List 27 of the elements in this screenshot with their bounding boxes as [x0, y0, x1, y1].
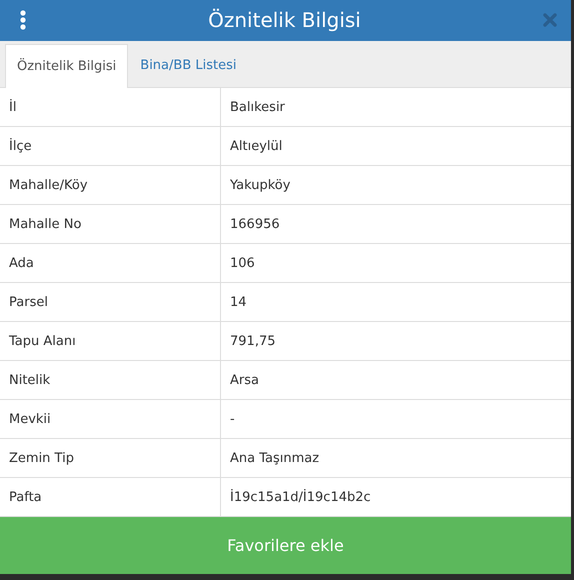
- label-cell: Zemin Tip: [0, 439, 221, 478]
- window-title: Öznitelik Bilgisi: [207, 7, 362, 34]
- menu-icon[interactable]: [20, 10, 26, 30]
- label-cell: İl: [0, 88, 221, 126]
- add-to-favorites-button[interactable]: Favorilere ekle: [0, 517, 571, 574]
- value-cell-text: 166956: [229, 216, 281, 234]
- label-cell: Pafta: [0, 478, 221, 516]
- label-cell: Tapu Alanı: [0, 322, 221, 360]
- value-cell-text: Ana Taşınmaz: [229, 450, 320, 468]
- value-cell-text: 106: [229, 254, 256, 273]
- tab[interactable]: Bina/BB Listesi: [128, 44, 248, 88]
- label-cell: İlçe: [0, 127, 221, 166]
- value-cell-text: 14: [229, 294, 248, 312]
- value-cell-text: Arsa: [229, 372, 260, 390]
- value-cell-text: Altıeylül: [229, 138, 284, 156]
- label-cell: Ada: [0, 244, 221, 282]
- value-cell-text: 791,75: [229, 332, 276, 351]
- label-cell: Parsel: [0, 283, 221, 322]
- value-cell-text: -: [229, 410, 236, 429]
- value-cell-text: İ19c15a1d/İ19c14b2c: [229, 488, 372, 507]
- label-cell: Mevkii: [0, 400, 221, 438]
- label-cell: Nitelik: [0, 361, 221, 400]
- label-cell: Mahalle/Köy: [0, 166, 221, 204]
- value-cell-text: Balıkesir: [229, 98, 286, 117]
- value-cell-text: Yakupköy: [229, 176, 292, 195]
- label-cell: Mahalle No: [0, 205, 221, 244]
- tab[interactable]: Öznitelik Bilgisi: [5, 44, 128, 88]
